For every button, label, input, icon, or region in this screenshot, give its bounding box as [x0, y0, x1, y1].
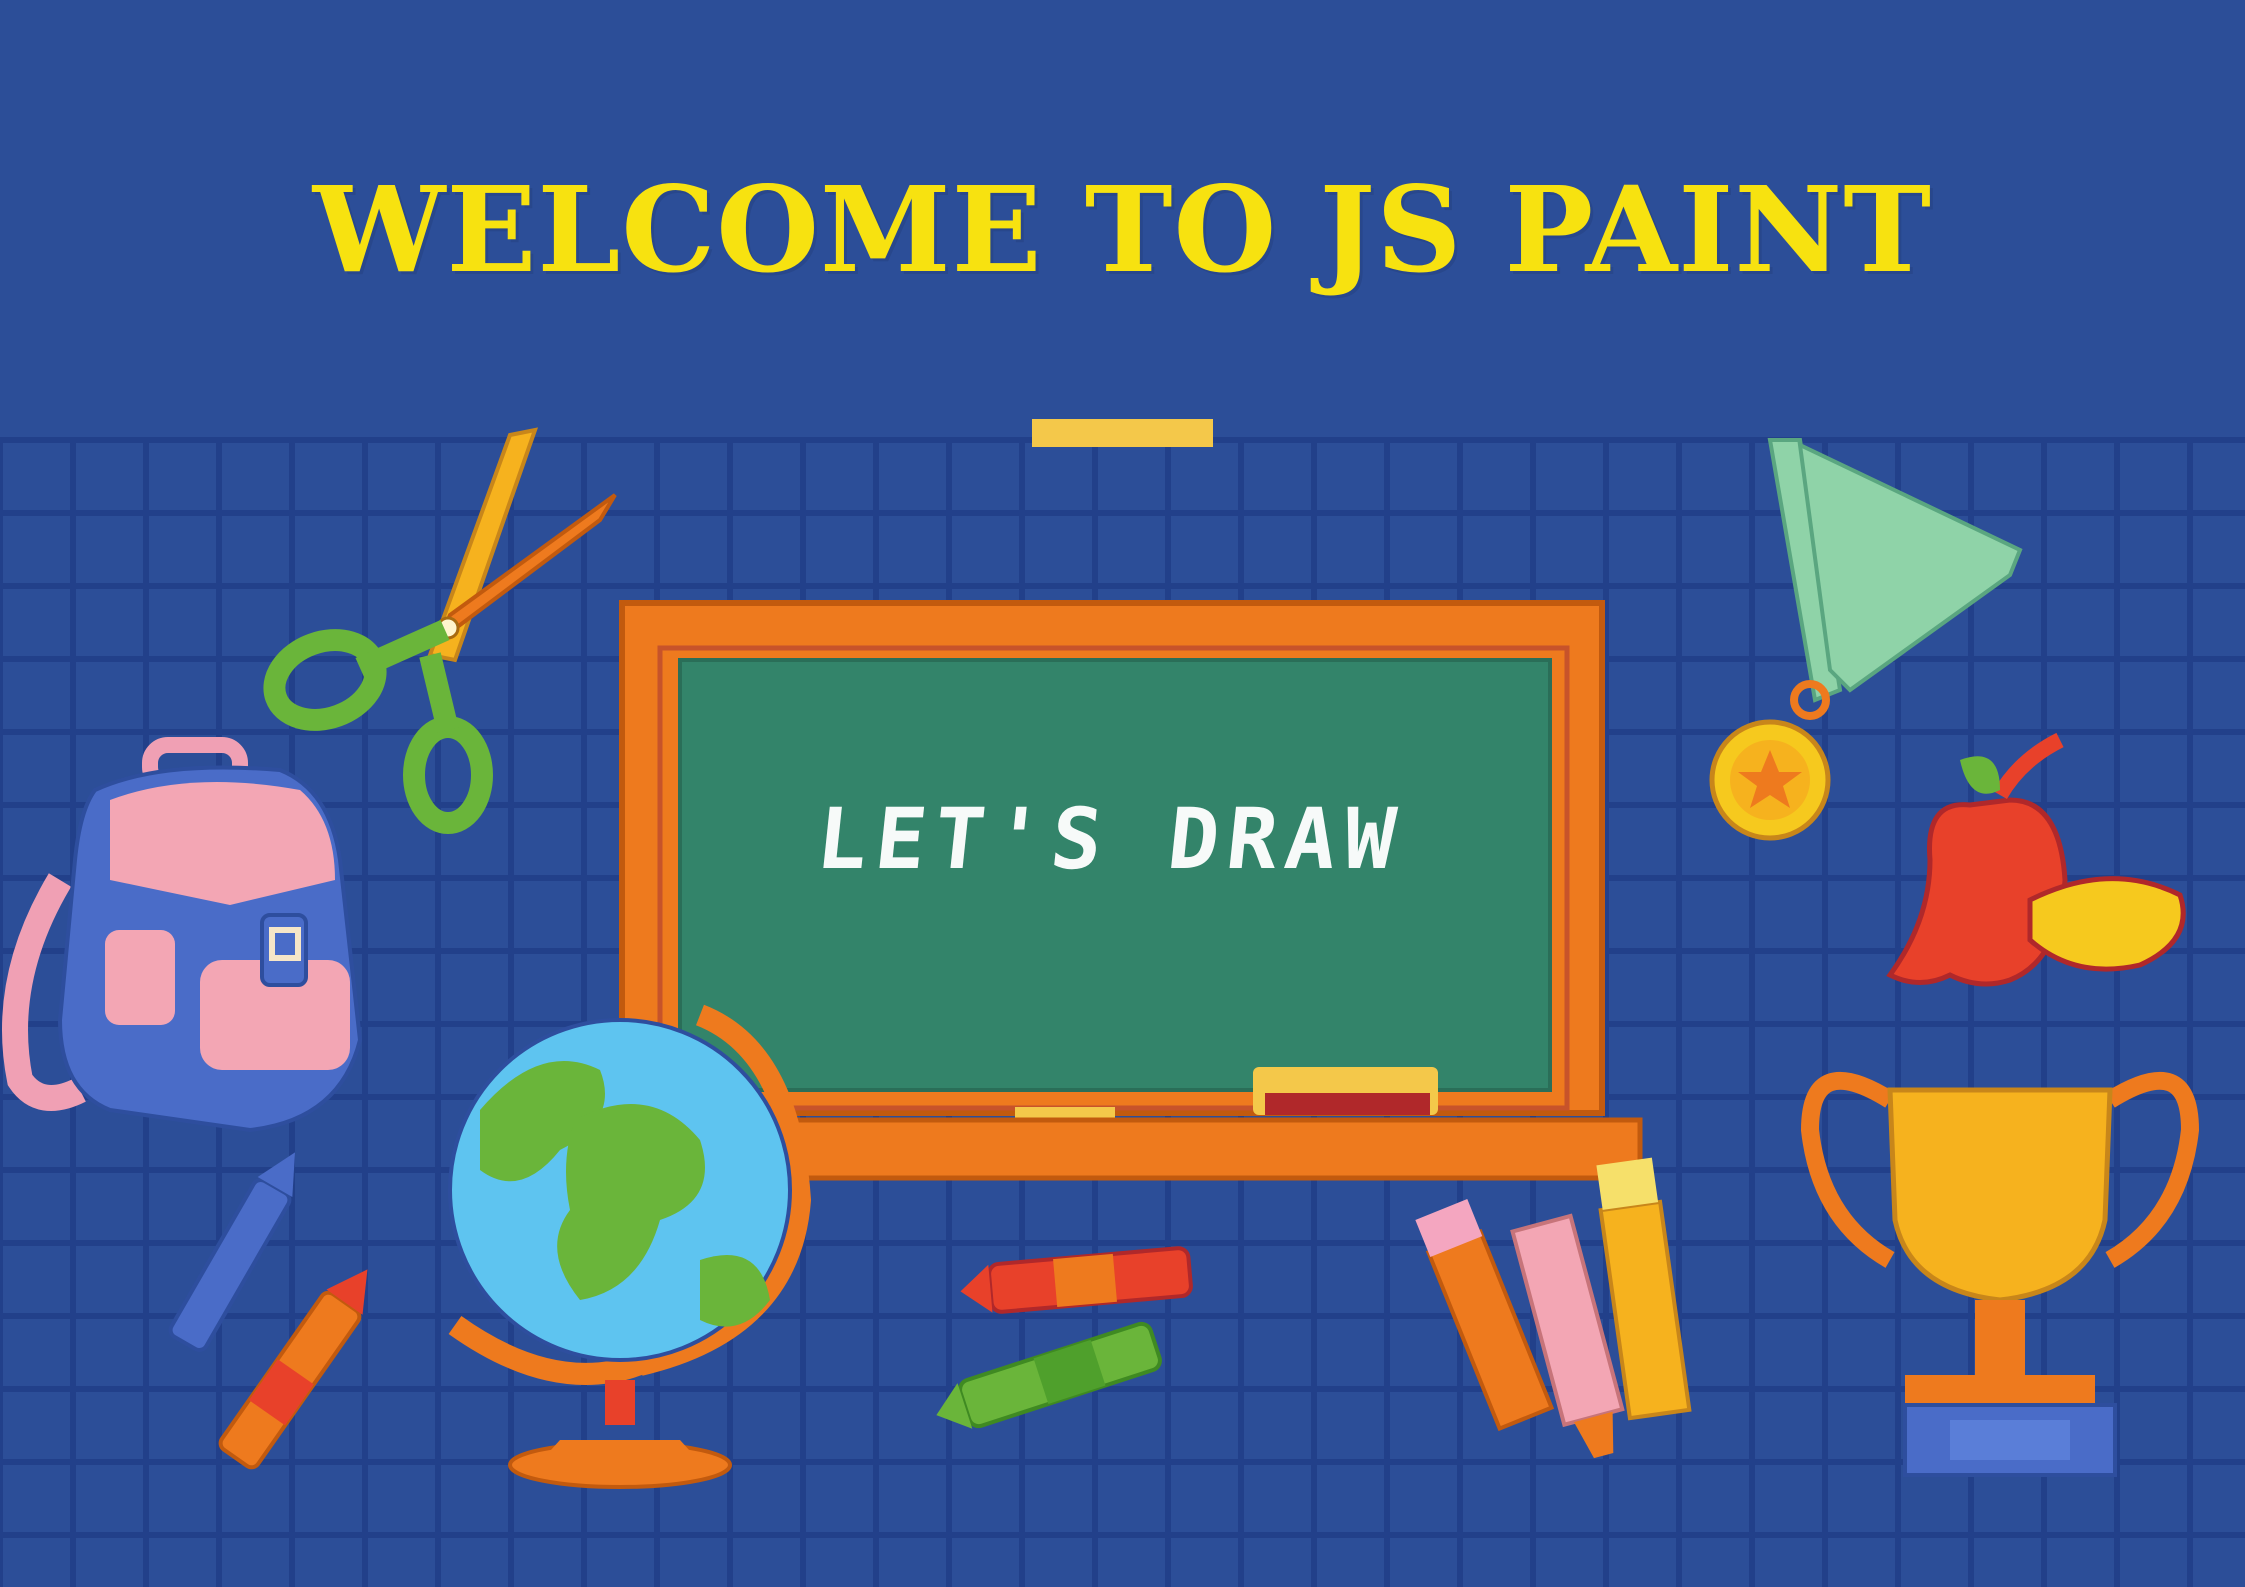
- crayon-icon: [168, 1152, 368, 1470]
- marker-icon: [1415, 1157, 1692, 1459]
- chalkboard-text: LET'S DRAW: [811, 790, 1409, 888]
- crayon-icon: [936, 1246, 1193, 1429]
- apple-icon: [1886, 732, 2186, 987]
- page-title: WELCOME TO JS PAINT: [312, 160, 1933, 299]
- trophy-icon: [1800, 1071, 2200, 1477]
- globe-icon: [448, 1004, 812, 1489]
- title-underline-bar: [1032, 419, 1213, 447]
